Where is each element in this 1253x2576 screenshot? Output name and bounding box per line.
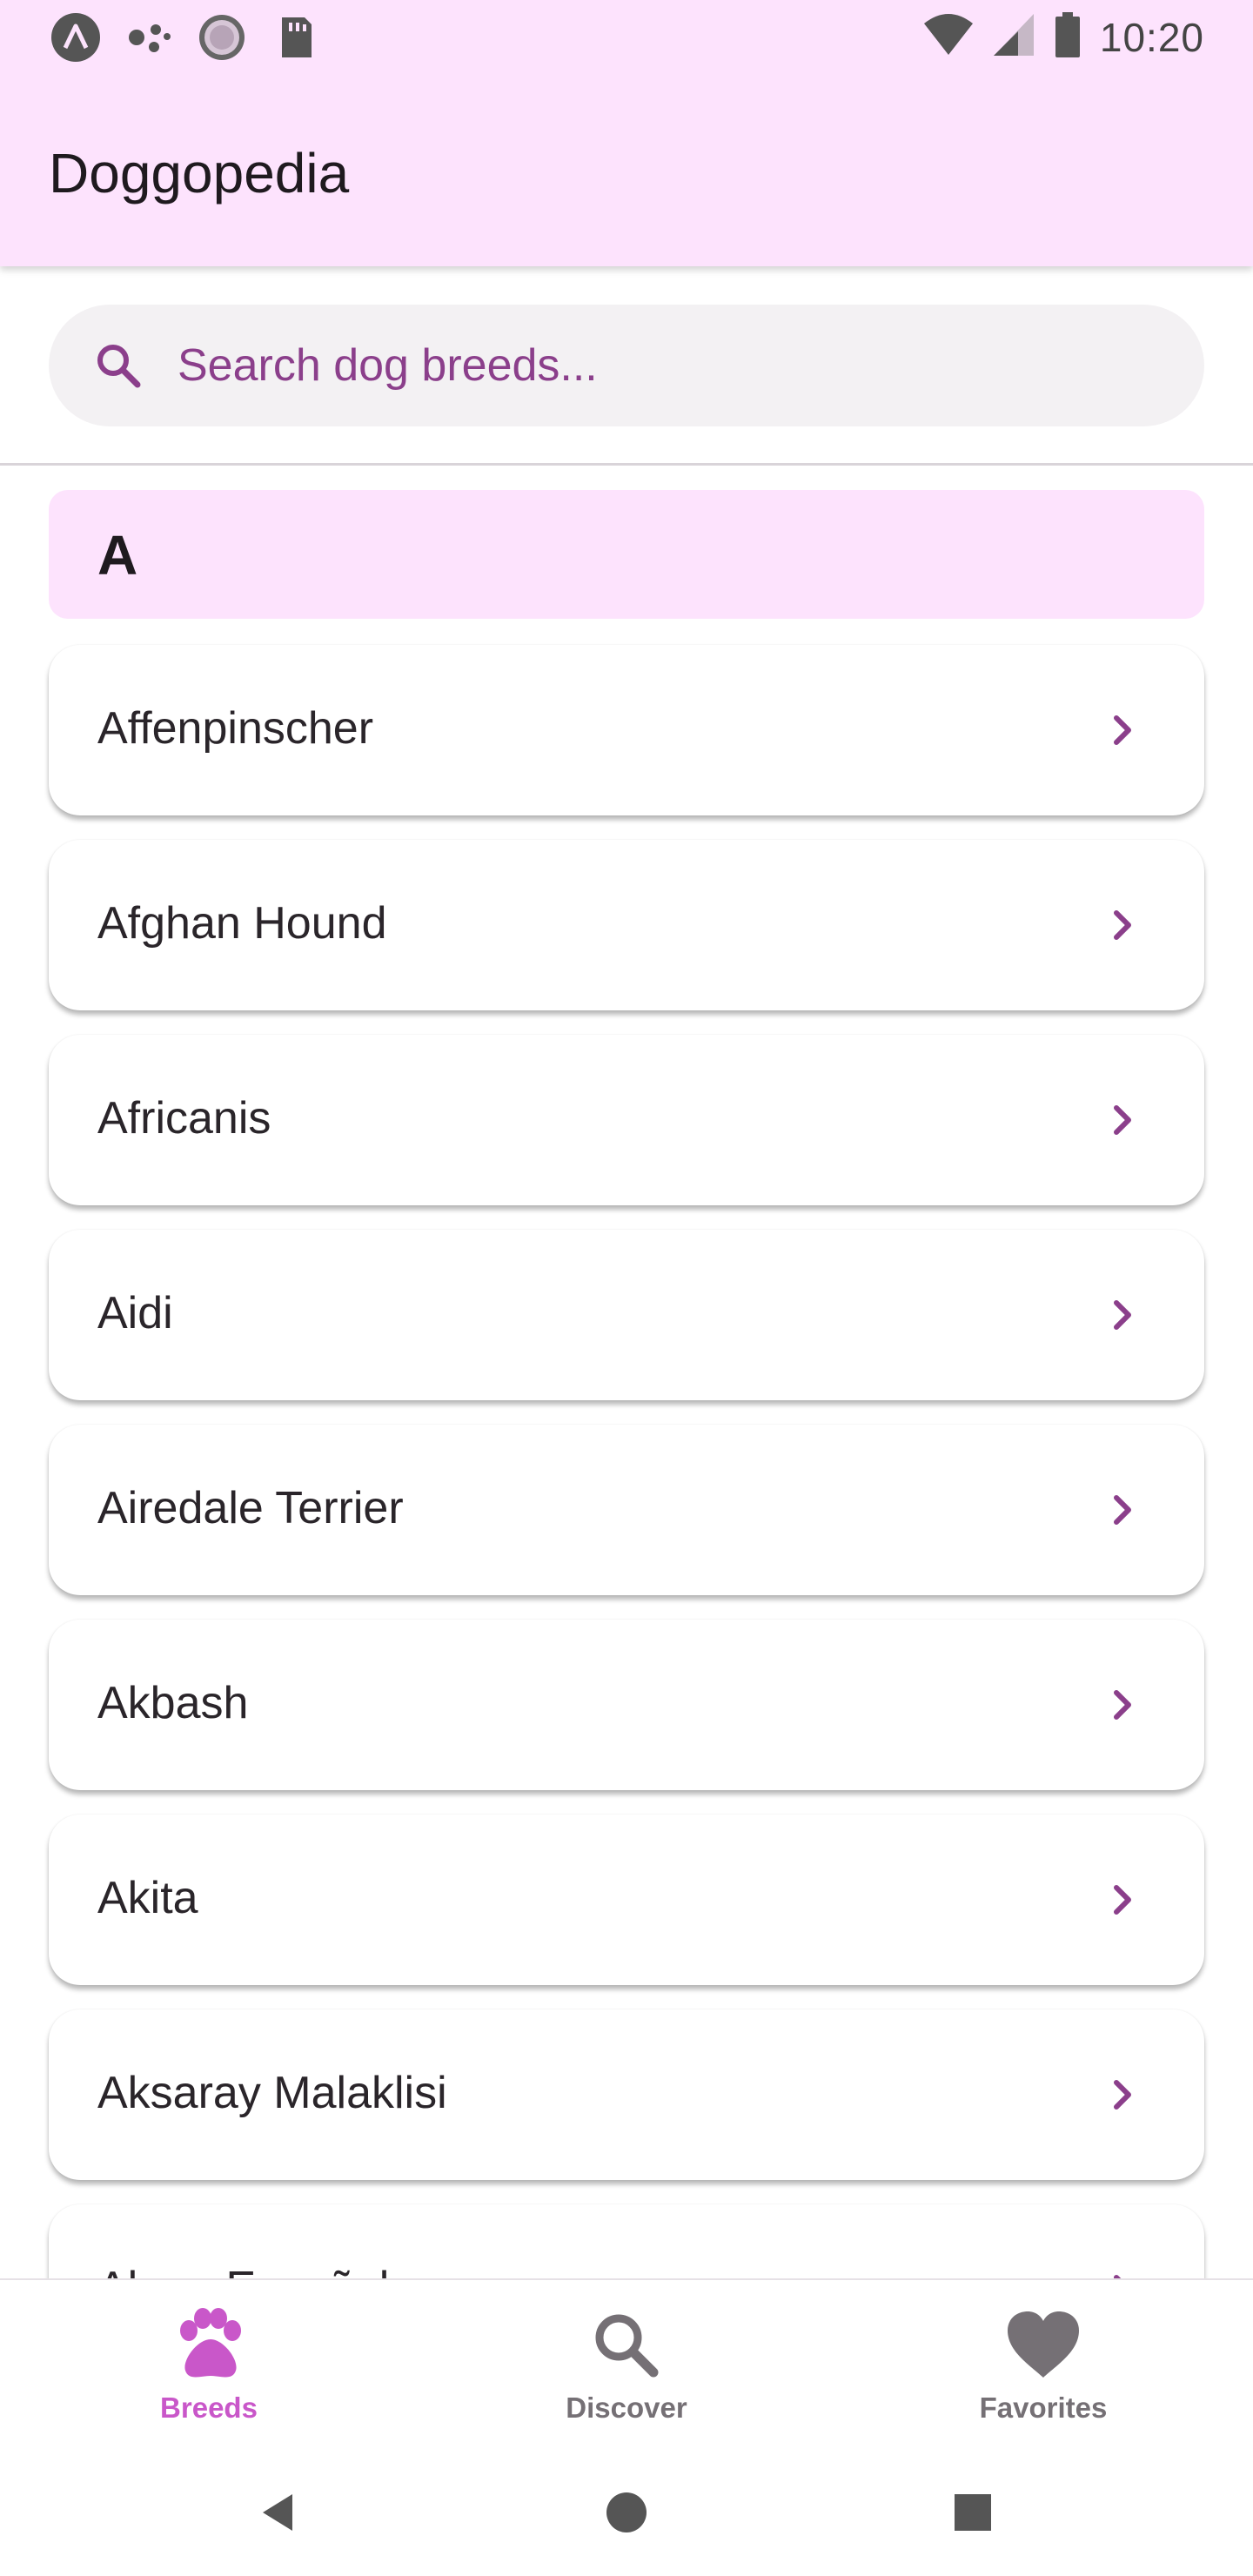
heart-icon bbox=[1004, 2308, 1082, 2383]
nav-label-favorites: Favorites bbox=[979, 2392, 1108, 2424]
list-item[interactable]: Aidi bbox=[49, 1230, 1204, 1400]
breed-name: Aidi bbox=[97, 1288, 173, 1338]
nav-item-breeds[interactable]: Breeds bbox=[78, 2280, 339, 2451]
breed-name: Aksaray Malaklisi bbox=[97, 2068, 447, 2118]
home-icon[interactable] bbox=[587, 2473, 666, 2552]
page-title: Doggopedia bbox=[49, 142, 350, 205]
search-input[interactable] bbox=[176, 321, 1136, 410]
breed-list[interactable]: A Affenpinscher Afghan Hound Africanis A… bbox=[0, 466, 1253, 2278]
status-time: 10:20 bbox=[1099, 14, 1204, 60]
section-letter: A bbox=[97, 524, 138, 587]
list-item[interactable]: Airedale Terrier bbox=[49, 1425, 1204, 1595]
system-navigation bbox=[0, 2449, 1253, 2576]
list-item[interactable]: Afghan Hound bbox=[49, 840, 1204, 1010]
nav-item-favorites[interactable]: Favorites bbox=[913, 2280, 1174, 2451]
bottom-navigation: Breeds Discover Favorites bbox=[0, 2278, 1253, 2451]
list-item[interactable]: Aksaray Malaklisi bbox=[49, 2009, 1204, 2180]
nav-label-breeds: Breeds bbox=[160, 2392, 258, 2424]
status-right-icons: 10:20 bbox=[922, 10, 1204, 64]
nav-item-discover[interactable]: Discover bbox=[496, 2280, 757, 2451]
launcher-a-icon bbox=[50, 12, 101, 63]
search-bar[interactable] bbox=[49, 305, 1204, 426]
status-bar: 10:20 bbox=[0, 0, 1253, 73]
list-item[interactable]: Africanis bbox=[49, 1035, 1204, 1205]
nav-label-discover: Discover bbox=[566, 2392, 687, 2424]
chevron-right-icon bbox=[1114, 910, 1131, 940]
chevron-right-icon bbox=[1114, 1885, 1131, 1915]
list-item[interactable]: Akita bbox=[49, 1815, 1204, 1985]
breed-name: Alano Español bbox=[97, 2262, 389, 2278]
sd-card-icon bbox=[270, 12, 320, 63]
wifi-icon bbox=[922, 11, 975, 63]
chevron-right-icon bbox=[1114, 2080, 1131, 2110]
chevron-right-icon bbox=[1114, 2275, 1122, 2278]
breed-name: Afghan Hound bbox=[97, 898, 387, 949]
chevron-right-icon bbox=[1114, 1105, 1131, 1135]
chevron-right-icon bbox=[1114, 1300, 1131, 1330]
section-header: A bbox=[49, 490, 1204, 619]
chevron-right-icon bbox=[1114, 1495, 1131, 1525]
breed-name: Airedale Terrier bbox=[97, 1483, 404, 1533]
screen: 10:20 Doggopedia A Affenpinscher bbox=[0, 0, 1253, 2576]
list-item[interactable]: Affenpinscher bbox=[49, 645, 1204, 815]
list-item[interactable]: Akbash bbox=[49, 1620, 1204, 1790]
status-left-icons bbox=[50, 12, 320, 63]
chevron-right-icon bbox=[1114, 1690, 1131, 1720]
search-icon[interactable] bbox=[92, 339, 144, 392]
breed-name: Akbash bbox=[97, 1678, 249, 1728]
battery-icon bbox=[1053, 10, 1082, 64]
list-item[interactable]: Alano Español bbox=[49, 2204, 1204, 2278]
breed-name: Akita bbox=[97, 1873, 198, 1923]
sync-circle-icon bbox=[197, 12, 247, 63]
recents-icon[interactable] bbox=[934, 2473, 1012, 2552]
top-bar: 10:20 Doggopedia bbox=[0, 0, 1253, 266]
search-area bbox=[0, 266, 1253, 466]
breed-name: Africanis bbox=[97, 1093, 271, 1144]
app-bar: Doggopedia bbox=[0, 73, 1253, 266]
dots-icon bbox=[124, 12, 174, 63]
chevron-right-icon bbox=[1114, 715, 1131, 745]
search-icon bbox=[587, 2308, 666, 2383]
cellular-signal-icon bbox=[992, 12, 1035, 62]
paw-icon bbox=[170, 2308, 248, 2383]
breed-name: Affenpinscher bbox=[97, 703, 374, 754]
back-icon[interactable] bbox=[240, 2473, 318, 2552]
